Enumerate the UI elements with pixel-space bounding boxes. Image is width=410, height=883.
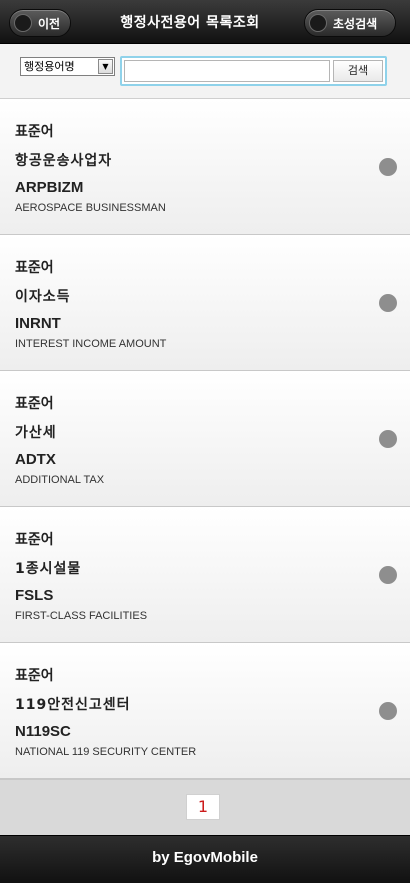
initial-search-button[interactable]: 초성검색 bbox=[304, 9, 396, 37]
term-name: 가산세 bbox=[15, 425, 57, 441]
term-abbreviation: ARPBIZM bbox=[15, 179, 84, 196]
footer-text: by EgovMobile bbox=[152, 849, 258, 866]
term-type: 표준어 bbox=[15, 260, 54, 276]
footer-bar: by EgovMobile bbox=[0, 835, 410, 883]
term-type: 표준어 bbox=[15, 124, 54, 140]
term-english: FIRST-CLASS FACILITIES bbox=[15, 610, 148, 622]
term-english: AEROSPACE BUSINESSMAN bbox=[15, 202, 166, 214]
term-list: 표준어 항공운송사업자 ARPBIZM AEROSPACE BUSINESSMA… bbox=[0, 99, 410, 779]
list-item[interactable]: 표준어 이자소득 INRNT INTEREST INCOME AMOUNT bbox=[0, 235, 410, 371]
back-button-label: 이전 bbox=[38, 16, 61, 31]
page-number-current[interactable]: 1 bbox=[186, 794, 220, 820]
term-name: 119안전신고센터 bbox=[15, 697, 131, 713]
term-english: ADDITIONAL TAX bbox=[15, 474, 105, 486]
list-item[interactable]: 표준어 항공운송사업자 ARPBIZM AEROSPACE BUSINESSMA… bbox=[0, 99, 410, 235]
term-name: 1종시설물 bbox=[15, 561, 82, 577]
arrow-circle-icon[interactable] bbox=[379, 566, 397, 584]
search-bar: 행정용어명 ▼ 검색 bbox=[0, 44, 410, 99]
header-bar: 이전 행정사전용어 목록조회 초성검색 bbox=[0, 0, 410, 44]
pagination: 1 bbox=[0, 779, 410, 835]
list-item[interactable]: 표준어 119안전신고센터 N119SC NATIONAL 119 SECURI… bbox=[0, 643, 410, 779]
search-type-select[interactable]: 행정용어명 ▼ bbox=[20, 57, 115, 76]
term-english: NATIONAL 119 SECURITY CENTER bbox=[15, 746, 197, 758]
arrow-circle-icon[interactable] bbox=[379, 158, 397, 176]
term-name: 항공운송사업자 bbox=[15, 153, 113, 169]
term-type: 표준어 bbox=[15, 668, 54, 684]
search-field: 검색 bbox=[120, 56, 387, 86]
initial-search-label: 초성검색 bbox=[333, 16, 378, 31]
circle-icon bbox=[309, 14, 327, 32]
page-title: 행정사전용어 목록조회 bbox=[120, 15, 260, 31]
term-abbreviation: ADTX bbox=[15, 451, 56, 468]
dropdown-arrow-icon[interactable]: ▼ bbox=[98, 59, 113, 74]
arrow-circle-icon[interactable] bbox=[379, 294, 397, 312]
term-type: 표준어 bbox=[15, 532, 54, 548]
term-english: INTEREST INCOME AMOUNT bbox=[15, 338, 167, 350]
term-abbreviation: FSLS bbox=[15, 587, 54, 604]
back-button[interactable]: 이전 bbox=[9, 9, 71, 37]
search-type-value: 행정용어명 bbox=[24, 60, 75, 73]
list-item[interactable]: 표준어 가산세 ADTX ADDITIONAL TAX bbox=[0, 371, 410, 507]
term-abbreviation: INRNT bbox=[15, 315, 61, 332]
arrow-circle-icon[interactable] bbox=[379, 702, 397, 720]
circle-icon bbox=[14, 14, 32, 32]
term-name: 이자소득 bbox=[15, 289, 71, 305]
term-type: 표준어 bbox=[15, 396, 54, 412]
arrow-circle-icon[interactable] bbox=[379, 430, 397, 448]
search-input[interactable] bbox=[124, 60, 330, 82]
term-abbreviation: N119SC bbox=[15, 723, 71, 740]
list-item[interactable]: 표준어 1종시설물 FSLS FIRST-CLASS FACILITIES bbox=[0, 507, 410, 643]
search-button[interactable]: 검색 bbox=[333, 60, 383, 82]
